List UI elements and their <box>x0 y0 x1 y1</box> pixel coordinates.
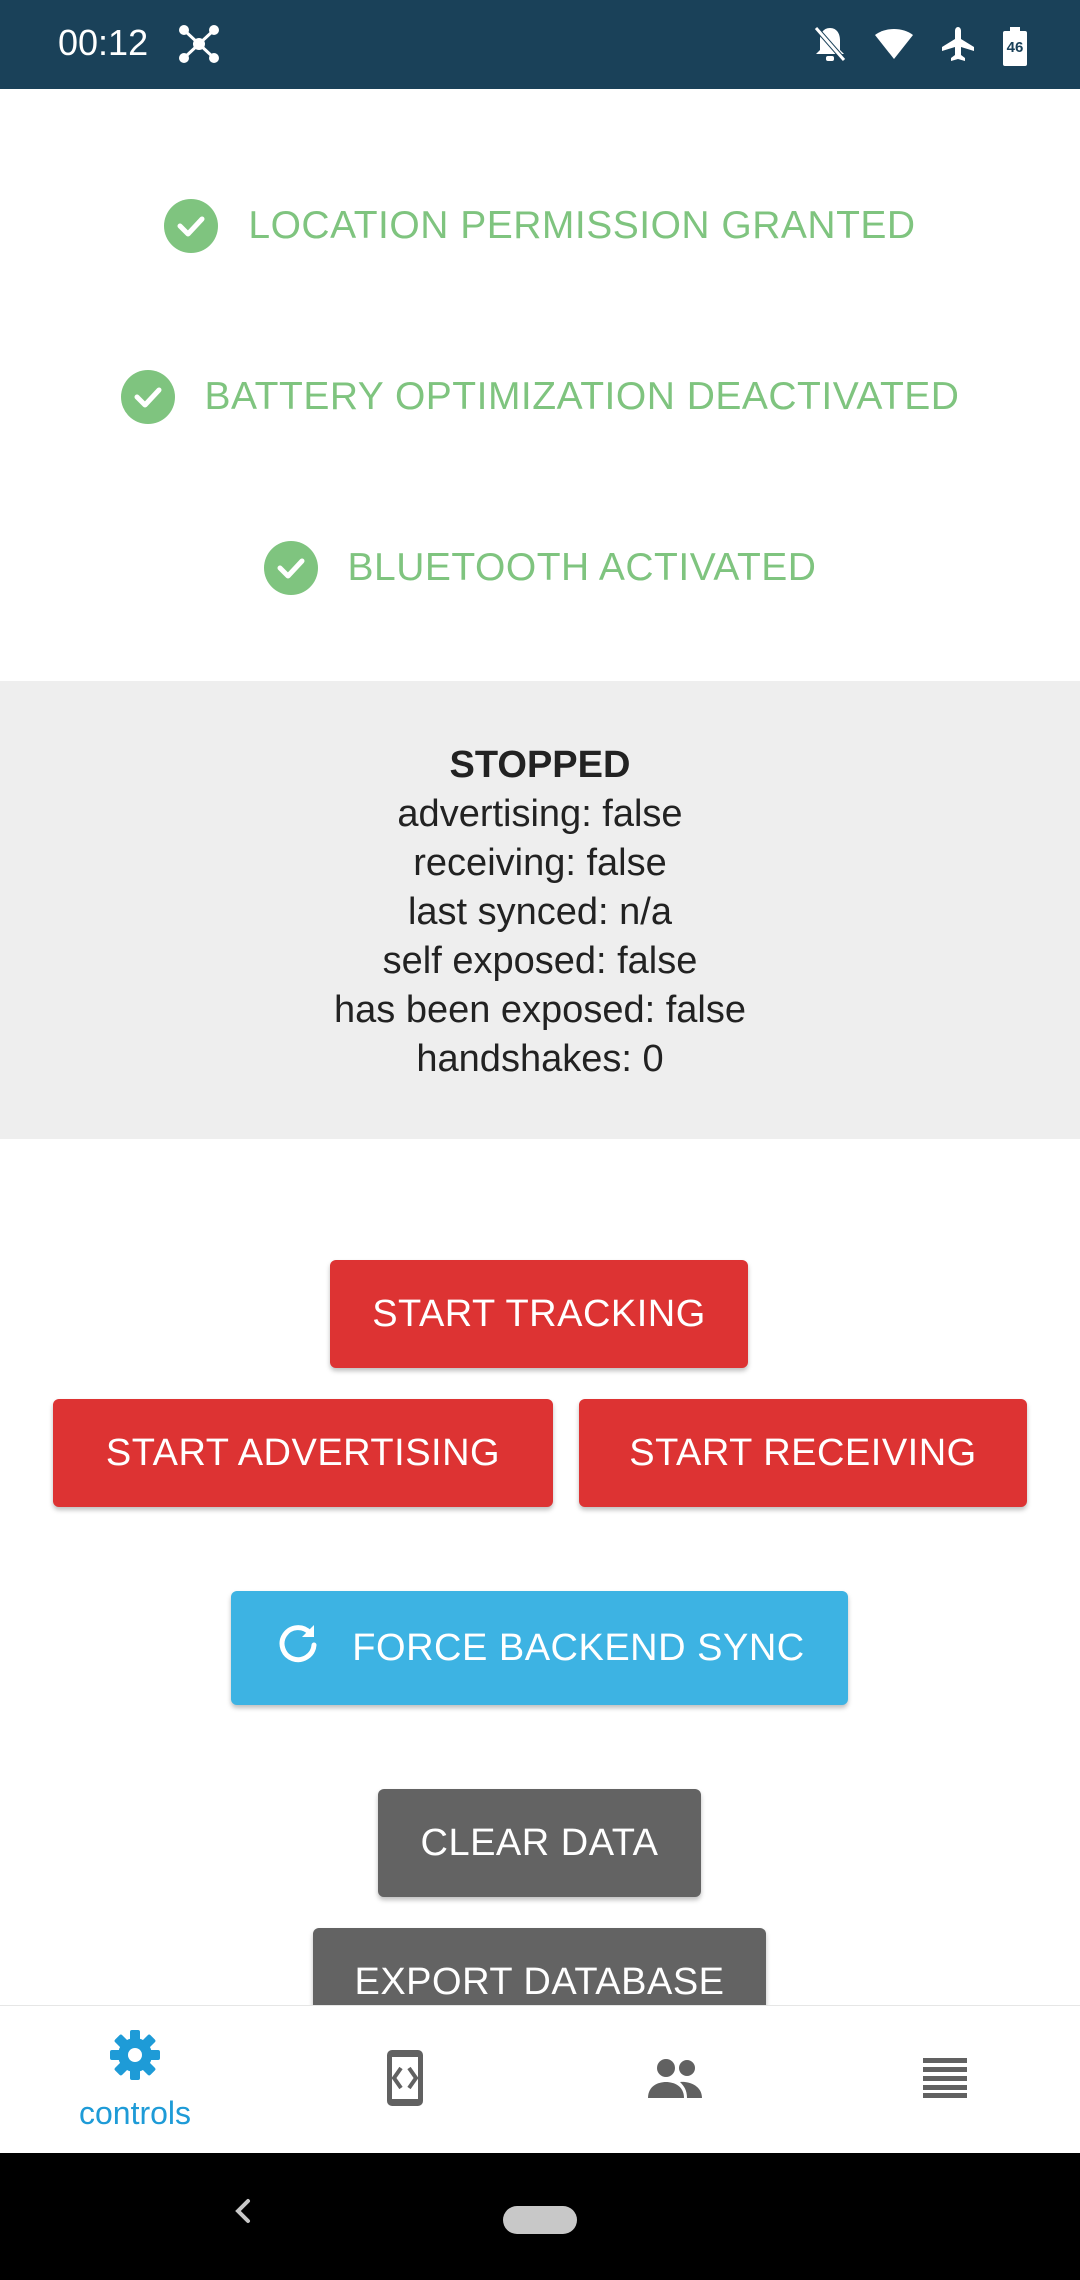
receiving-status: receiving: false <box>413 842 667 884</box>
handshakes-status: handshakes: 0 <box>416 1038 664 1080</box>
bottom-navigation: controls <box>0 2005 1080 2153</box>
airplane-icon <box>940 25 976 68</box>
tab-logs[interactable] <box>810 2006 1080 2154</box>
back-icon[interactable] <box>228 2191 258 2236</box>
gear-icon <box>108 2028 162 2087</box>
tracing-status-panel: STOPPED advertising: false receiving: fa… <box>0 681 1080 1139</box>
developer-icon <box>383 2048 427 2113</box>
battery-level: 46 <box>1006 38 1024 56</box>
check-circle-icon <box>120 370 175 424</box>
battery-optimization-label: BATTERY OPTIMIZATION DEACTIVATED <box>204 375 960 418</box>
start-tracking-button[interactable]: START TRACKING <box>330 1260 748 1368</box>
start-advertising-button[interactable]: START ADVERTISING <box>53 1399 553 1507</box>
status-bar: 00:12 46 <box>0 0 1080 89</box>
tab-contacts[interactable] <box>540 2006 810 2154</box>
controls-scroll-view[interactable]: LOCATION PERMISSION GRANTED BATTERY OPTI… <box>0 89 1080 2005</box>
clear-data-button[interactable]: CLEAR DATA <box>378 1789 701 1897</box>
advertising-status: advertising: false <box>397 793 683 835</box>
force-backend-sync-button[interactable]: FORCE BACKEND SYNC <box>231 1591 848 1705</box>
tracing-state-title: STOPPED <box>449 744 631 786</box>
people-icon <box>646 2058 704 2103</box>
last-synced-status: last synced: n/a <box>407 891 673 933</box>
tab-controls-label: controls <box>78 2095 192 2131</box>
home-pill[interactable] <box>503 2206 577 2234</box>
location-permission-label: LOCATION PERMISSION GRANTED <box>248 204 916 247</box>
location-permission-status: LOCATION PERMISSION GRANTED <box>0 186 1080 266</box>
bluetooth-status: BLUETOOTH ACTIVATED <box>0 528 1080 608</box>
battery-icon: 46 <box>1002 26 1028 67</box>
wifi-icon <box>874 27 914 66</box>
status-time: 00:12 <box>58 22 149 63</box>
check-circle-icon <box>263 541 318 595</box>
tab-developer[interactable] <box>270 2006 540 2154</box>
bluetooth-label: BLUETOOTH ACTIVATED <box>347 546 817 589</box>
list-icon <box>923 2057 967 2103</box>
check-circle-icon <box>164 199 219 253</box>
has-been-exposed-status: has been exposed: false <box>334 989 746 1031</box>
notifications-off-icon <box>812 24 848 69</box>
start-receiving-button[interactable]: START RECEIVING <box>579 1399 1027 1507</box>
status-icons: 46 <box>812 24 1028 69</box>
force-backend-sync-label: FORCE BACKEND SYNC <box>352 1626 805 1669</box>
battery-optimization-status: BATTERY OPTIMIZATION DEACTIVATED <box>0 357 1080 437</box>
export-database-button[interactable]: EXPORT DATABASE <box>313 1928 766 2005</box>
refresh-icon <box>274 1619 322 1677</box>
tab-controls[interactable]: controls <box>0 2006 270 2154</box>
self-exposed-status: self exposed: false <box>382 940 698 982</box>
network-icon <box>176 22 222 71</box>
